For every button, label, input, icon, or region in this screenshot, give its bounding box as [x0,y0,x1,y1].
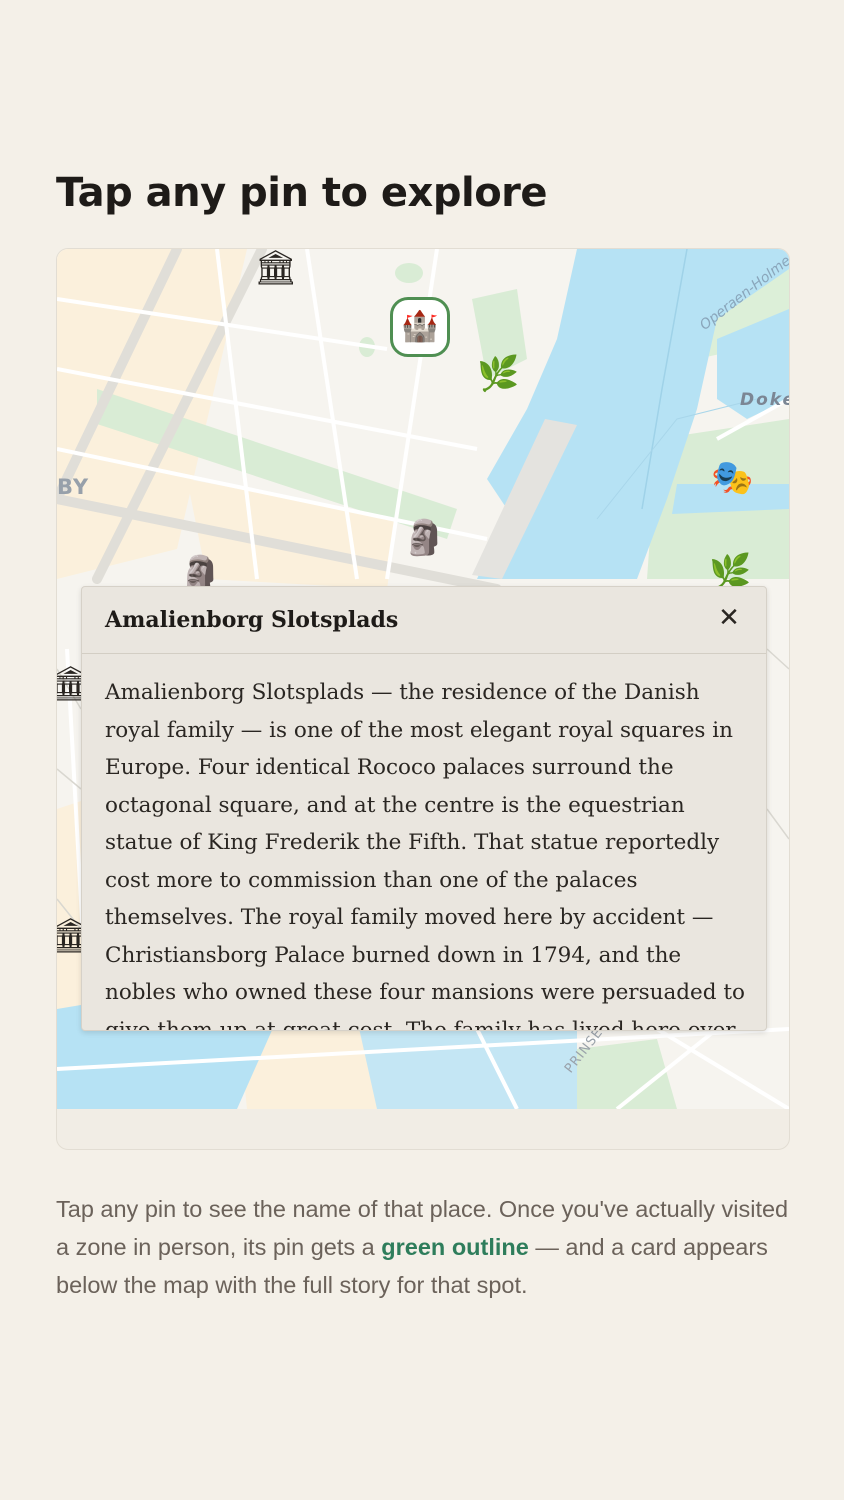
town-hall-pin[interactable]: 🏛 [254,251,297,285]
page-title: Tap any pin to explore [56,170,548,216]
close-icon[interactable]: ✕ [714,603,744,633]
popup-description: Amalienborg Slotsplads — the residence o… [105,680,745,1031]
map-instructions: Tap any pin to see the name of that plac… [56,1190,796,1304]
map-card: BY Doke Operaen-Holme PRINSE 🏛 🏰 🌿 🎭 🗿 🗿… [56,248,790,1150]
popup-title: Amalienborg Slotsplads [105,607,399,633]
map-label-dokken: Doke [740,390,789,410]
place-popup: Amalienborg Slotsplads ✕ Amalienborg Slo… [81,586,767,1031]
green-outline-highlight: green outline [381,1234,529,1260]
park-pin-2[interactable]: 🌿 [709,555,751,589]
statue-pin[interactable]: 🗿 [403,521,445,555]
map-view[interactable]: BY Doke Operaen-Holme PRINSE 🏛 🏰 🌿 🎭 🗿 🗿… [57,249,789,1109]
castle-pin-visited[interactable]: 🏰 [390,297,450,357]
map-label-district: BY [57,475,90,499]
park-pin[interactable]: 🌿 [477,357,519,391]
popup-header: Amalienborg Slotsplads ✕ [82,587,766,654]
theatre-pin[interactable]: 🎭 [711,461,753,495]
